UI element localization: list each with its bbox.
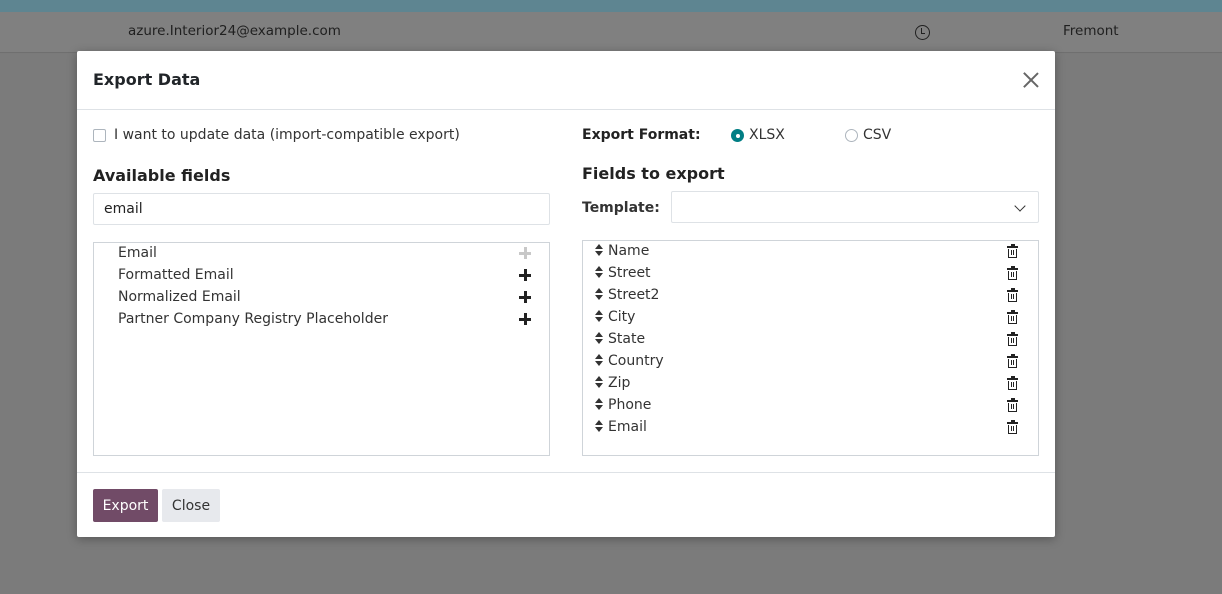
export-field-label: Country [608,353,664,369]
available-field-item[interactable]: Email [94,243,549,265]
fields-to-export-heading: Fields to export [582,164,725,183]
available-field-item[interactable]: Partner Company Registry Placeholder [94,309,549,331]
plus-icon[interactable] [519,247,531,259]
sort-icon[interactable] [595,332,603,344]
export-field-label: Street2 [608,287,660,303]
export-button[interactable]: Export [93,489,158,522]
trash-icon[interactable] [1007,332,1018,346]
trash-icon[interactable] [1007,376,1018,390]
import-compat-checkbox[interactable] [93,128,106,142]
background-row-email: azure.Interior24@example.com [128,23,341,39]
background-topbar [0,0,1222,12]
format-radio-xlsx[interactable] [731,129,744,142]
export-field-label: City [608,309,636,325]
close-button[interactable]: Close [162,489,220,522]
export-field-label: State [608,331,646,347]
sort-icon[interactable] [595,354,603,366]
trash-icon[interactable] [1007,420,1018,434]
import-compat-label: I want to update data (import-compatible… [114,127,460,143]
export-field-item[interactable]: City [583,307,1038,329]
available-fields-list: Email Formatted Email Normalized Email Part… [93,242,550,456]
dialog-header: Export Data [77,51,1055,110]
export-field-item[interactable]: Name [583,241,1038,263]
trash-icon[interactable] [1007,354,1018,368]
trash-icon[interactable] [1007,398,1018,412]
background-row-city: Fremont [1063,23,1119,39]
import-compat-option[interactable]: I want to update data (import-compatible… [93,127,460,143]
available-field-label: Formatted Email [118,267,234,283]
trash-icon[interactable] [1007,266,1018,280]
export-field-label: Street [608,265,651,281]
available-field-label: Email [118,245,157,261]
export-field-label: Name [608,243,650,259]
export-field-label: Zip [608,375,631,391]
export-data-dialog: Export Data I want to update data (impor… [77,51,1055,537]
sort-icon[interactable] [595,288,603,300]
export-field-item[interactable]: Country [583,351,1038,373]
trash-icon[interactable] [1007,310,1018,324]
format-radio-csv[interactable] [845,129,858,142]
dialog-body: I want to update data (import-compatible… [77,110,1055,472]
sort-icon[interactable] [595,244,603,256]
available-field-item[interactable]: Formatted Email [94,265,549,287]
field-search-input[interactable] [93,193,550,225]
available-field-label: Normalized Email [118,289,241,305]
dialog-title: Export Data [93,70,201,89]
export-field-item[interactable]: Phone [583,395,1038,417]
template-select[interactable] [671,191,1039,223]
chevron-down-icon [1014,200,1026,212]
template-label: Template: [582,200,660,216]
close-icon[interactable] [1021,70,1041,90]
background-list-row: azure.Interior24@example.com Fremont [0,12,1222,53]
available-field-item[interactable]: Normalized Email [94,287,549,309]
plus-icon[interactable] [519,269,531,281]
plus-icon[interactable] [519,313,531,325]
available-field-label: Partner Company Registry Placeholder [118,311,388,327]
plus-icon[interactable] [519,291,531,303]
fields-to-export-list: Name Street Street2 City State Country Zip Phon… [582,240,1039,456]
export-field-item[interactable]: State [583,329,1038,351]
export-field-label: Email [608,419,647,435]
sort-icon[interactable] [595,310,603,322]
export-field-item[interactable]: Street2 [583,285,1038,307]
sort-icon[interactable] [595,266,603,278]
dialog-footer: Export Close [77,472,1055,537]
trash-icon[interactable] [1007,244,1018,258]
sort-icon[interactable] [595,420,603,432]
export-format-label: Export Format: [582,127,701,143]
export-field-item[interactable]: Email [583,417,1038,439]
export-field-item[interactable]: Street [583,263,1038,285]
format-label-xlsx: XLSX [749,127,785,143]
sort-icon[interactable] [595,376,603,388]
trash-icon[interactable] [1007,288,1018,302]
clock-icon [915,25,930,40]
export-field-label: Phone [608,397,652,413]
sort-icon[interactable] [595,398,603,410]
available-fields-heading: Available fields [93,166,231,185]
format-label-csv: CSV [863,127,892,143]
export-field-item[interactable]: Zip [583,373,1038,395]
